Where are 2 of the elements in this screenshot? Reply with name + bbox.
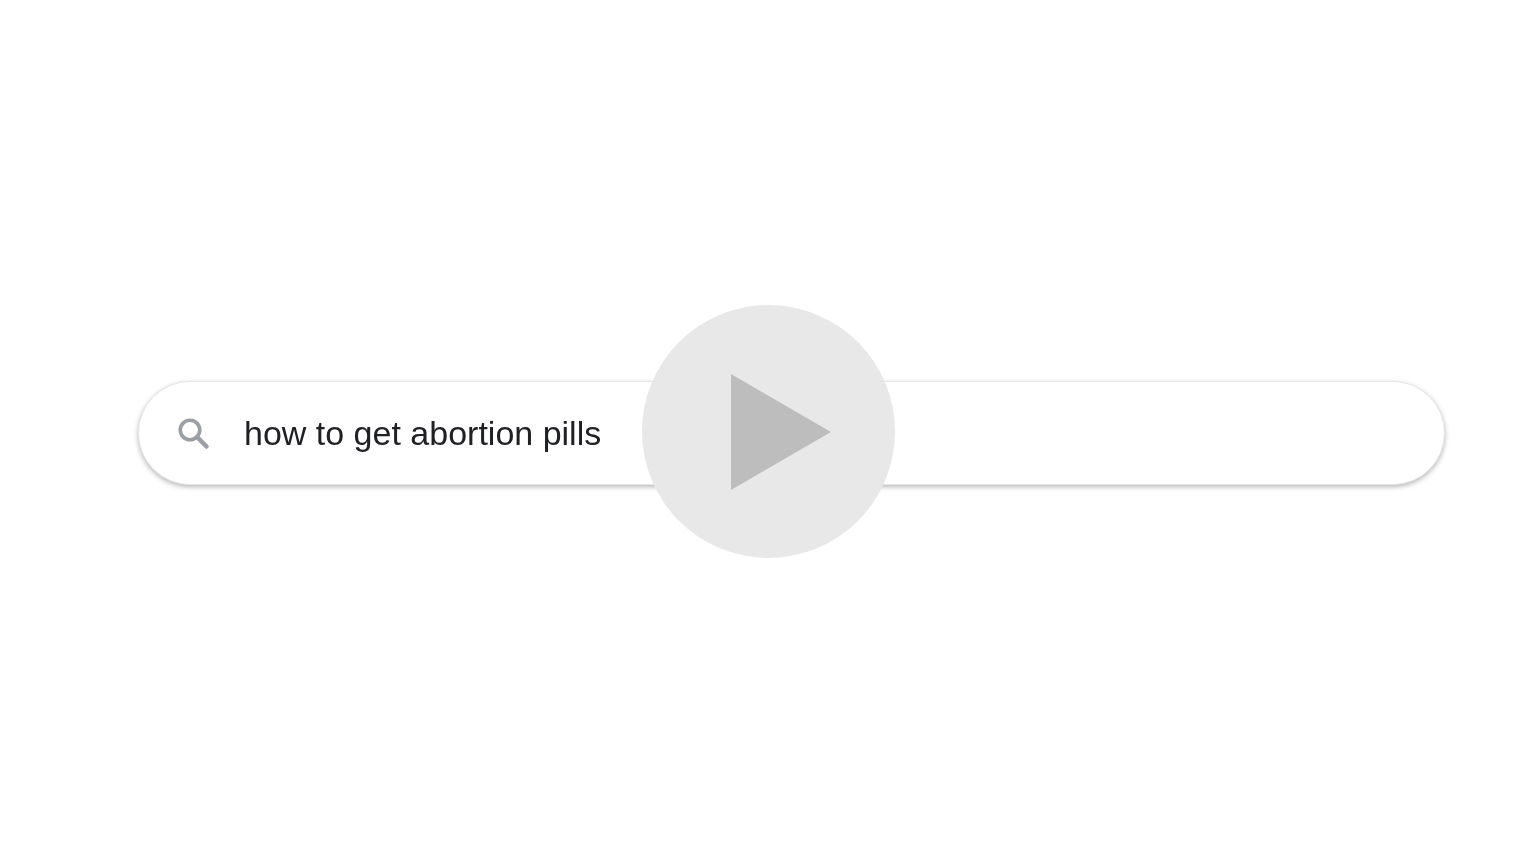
play-icon bbox=[730, 373, 831, 490]
search-icon bbox=[175, 415, 211, 451]
